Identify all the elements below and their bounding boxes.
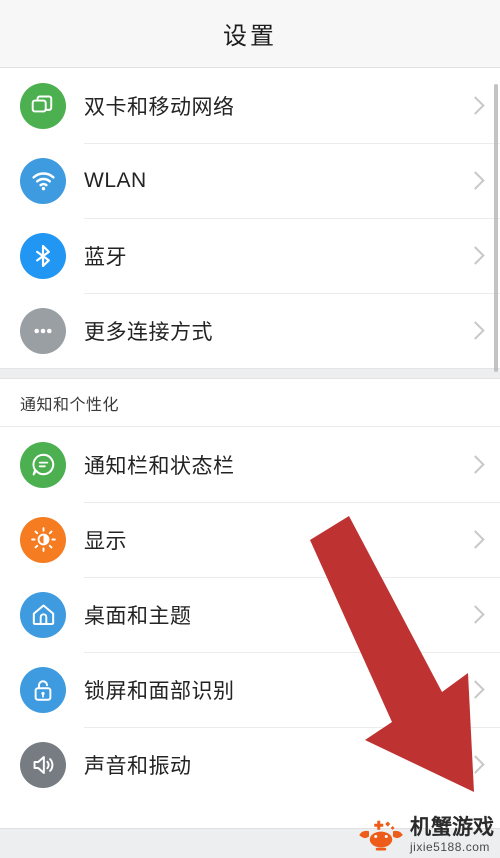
sidebar-item-sound-vibration[interactable]: 声音和振动 — [0, 727, 500, 802]
sidebar-item-label: 通知栏和状态栏 — [84, 454, 235, 478]
wifi-icon — [20, 157, 66, 204]
chevron-right-icon — [468, 319, 482, 343]
sidebar-item-label: 更多连接方式 — [84, 320, 213, 344]
watermark-text: 机蟹游戏 jixie5188.com — [410, 817, 494, 853]
chat-bubble-icon — [20, 441, 66, 488]
speaker-icon — [20, 741, 66, 788]
sidebar-item-display[interactable]: 显示 — [0, 502, 500, 577]
lock-icon — [20, 666, 66, 713]
chevron-right-icon — [468, 603, 482, 627]
more-dots-icon — [20, 307, 66, 354]
vertical-scrollbar[interactable] — [494, 84, 498, 372]
sidebar-item-notification-status-bar[interactable]: 通知栏和状态栏 — [0, 427, 500, 502]
chevron-right-icon — [468, 94, 482, 118]
sidebar-item-desktop-theme[interactable]: 桌面和主题 — [0, 577, 500, 652]
app-header: 设置 — [0, 0, 500, 68]
settings-group-notifications: 通知栏和状态栏 显示 桌面和主题 锁屏和面部识别 声音和振动 — [0, 427, 500, 802]
bluetooth-icon — [20, 232, 66, 279]
section-header-notifications: 通知和个性化 — [0, 379, 500, 427]
watermark-url: jixie5188.com — [410, 840, 490, 854]
sidebar-item-lockscreen-face[interactable]: 锁屏和面部识别 — [0, 652, 500, 727]
section-divider — [0, 368, 500, 379]
watermark-site-name: 机蟹游戏 — [410, 816, 494, 839]
sidebar-item-wlan[interactable]: WLAN — [0, 143, 500, 218]
page-title: 设置 — [223, 23, 277, 50]
sidebar-item-more-connections[interactable]: 更多连接方式 — [0, 293, 500, 368]
sidebar-item-dual-sim[interactable]: 双卡和移动网络 — [0, 68, 500, 143]
sidebar-item-label: 声音和振动 — [84, 754, 192, 778]
sidebar-item-label: WLAN — [84, 168, 147, 192]
settings-group-connections: 双卡和移动网络 WLAN 蓝牙 更多连接方式 — [0, 68, 500, 368]
sidebar-item-label: 双卡和移动网络 — [84, 95, 235, 119]
sidebar-item-label: 显示 — [84, 529, 127, 553]
chevron-right-icon — [468, 753, 482, 777]
settings-screen: 设置 双卡和移动网络 WLAN 蓝牙 更多连接方式 通知和个性化 通知栏和状态栏… — [0, 0, 500, 858]
crab-logo-icon — [359, 820, 403, 851]
brightness-icon — [20, 516, 66, 563]
chevron-right-icon — [468, 244, 482, 268]
chevron-right-icon — [468, 678, 482, 702]
watermark: 机蟹游戏 jixie5188.com — [357, 816, 494, 854]
home-icon — [20, 591, 66, 638]
sidebar-item-label: 锁屏和面部识别 — [84, 679, 235, 703]
sidebar-item-label: 蓝牙 — [84, 245, 127, 269]
sidebar-item-bluetooth[interactable]: 蓝牙 — [0, 218, 500, 293]
sim-cards-icon — [20, 82, 66, 129]
chevron-right-icon — [468, 528, 482, 552]
chevron-right-icon — [468, 169, 482, 193]
sidebar-item-label: 桌面和主题 — [84, 604, 192, 628]
chevron-right-icon — [468, 453, 482, 477]
